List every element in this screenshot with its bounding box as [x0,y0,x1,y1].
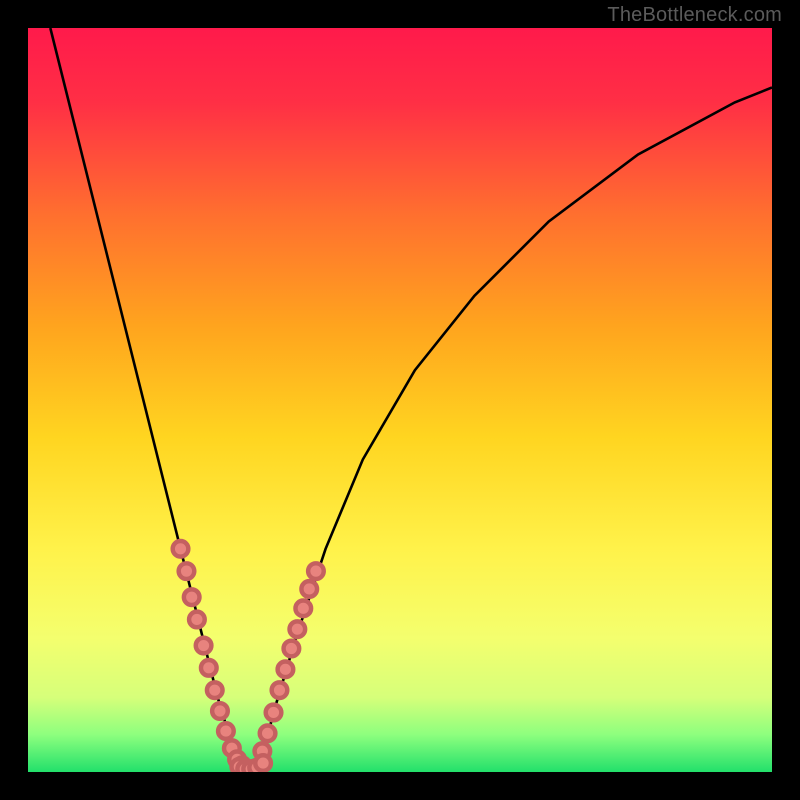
data-point [308,563,324,579]
data-point [179,563,195,579]
data-point [212,703,228,719]
data-point [173,541,189,557]
data-point [255,755,271,771]
data-point [201,660,217,676]
data-point [301,581,317,597]
data-point [218,723,234,739]
chart-svg [28,28,772,772]
data-point [189,612,205,628]
data-point [184,589,200,605]
data-points [173,541,324,772]
watermark-text: TheBottleneck.com [607,4,782,27]
data-point [272,682,288,698]
plot-area [28,28,772,772]
data-point [196,638,212,654]
data-point [278,662,294,678]
data-point [290,621,306,637]
data-point [207,682,223,698]
bottleneck-curve [50,28,772,768]
data-point [284,641,300,657]
data-point [266,705,282,721]
data-point [260,726,276,742]
data-point [295,601,311,617]
chart-frame: TheBottleneck.com [0,0,800,800]
